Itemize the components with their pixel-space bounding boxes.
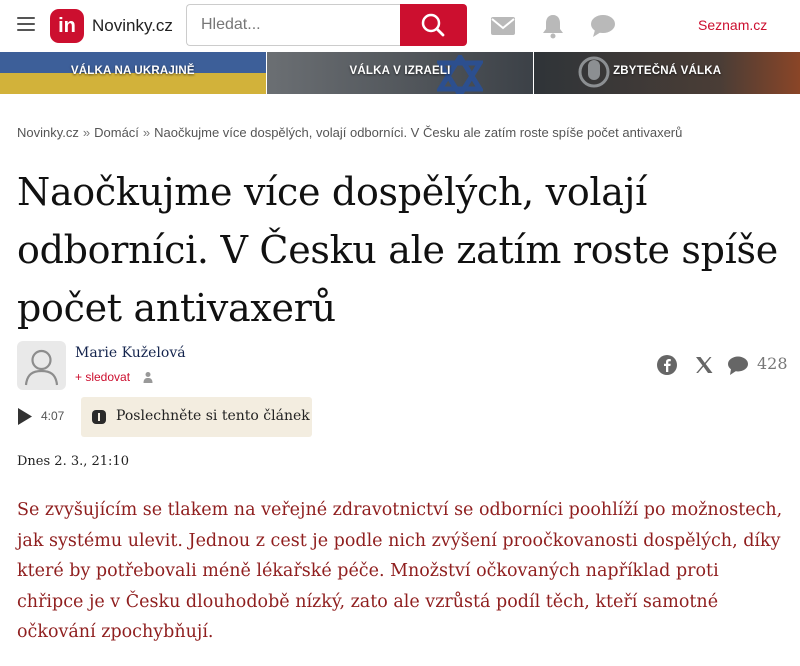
logo-text: Novinky.cz [92,16,173,35]
info-icon [92,410,106,424]
breadcrumb-separator: » [142,125,151,140]
search-button[interactable] [400,4,467,46]
comment-count[interactable]: 428 [757,354,788,373]
author-name[interactable]: Marie Kuželová [75,345,186,361]
article-date: Dnes 2. 3., 21:10 [17,454,129,469]
listen-article-button[interactable]: Poslechněte si tento článek [81,397,312,437]
topic-ukraine[interactable]: VÁLKA NA UKRAJINĚ [0,52,266,94]
topic-label: VÁLKA V IZRAELI [349,65,451,77]
article-title: Naočkujme více dospělých, volají odborní… [17,170,778,330]
follow-button[interactable]: + sledovat [75,370,130,384]
hamburger-menu-icon[interactable] [17,17,35,33]
bell-icon[interactable] [539,13,567,39]
author-avatar[interactable] [17,341,66,390]
breadcrumb-separator: » [82,125,91,140]
article-perex: Se zvyšujícím se tlakem na veřejné zdrav… [17,500,783,642]
x-icon[interactable] [693,354,715,376]
topic-label: ZBYTEČNÁ VÁLKA [613,65,722,77]
comment-icon[interactable] [727,354,749,376]
site-logo[interactable]: in Novinky.cz [50,9,173,43]
breadcrumb-current: Naočkujme více dospělých, volají odborní… [154,125,683,140]
topic-strip: VÁLKA NA UKRAJINĚ VÁLKA V IZRAELI ZBYTEČ… [0,52,800,94]
breadcrumb-section[interactable]: Domácí [94,125,139,140]
topic-israel[interactable]: VÁLKA V IZRAELI [266,52,534,94]
chat-icon[interactable] [589,13,617,39]
search-icon [421,13,445,37]
audio-duration: 4:07 [41,409,65,423]
topic-label: VÁLKA NA UKRAJINĚ [70,65,195,77]
breadcrumb-home[interactable]: Novinky.cz [17,125,79,140]
logo-badge: in [50,9,84,43]
seznam-link[interactable]: Seznam.cz [698,17,767,33]
person-small-icon [143,372,153,383]
facebook-icon[interactable] [656,354,678,376]
search-bar [186,4,467,46]
search-input[interactable] [186,4,402,46]
mail-icon[interactable] [489,13,517,39]
listen-label: Poslechněte si tento článek [116,408,310,424]
play-icon[interactable] [17,407,33,426]
breadcrumb: Novinky.cz» Domácí» Naočkujme více dospělý… [17,125,787,140]
topic-useless-war[interactable]: ZBYTEČNÁ VÁLKA [534,52,800,94]
site-header: in Novinky.cz Seznam.cz [0,0,800,52]
person-icon [24,349,59,386]
